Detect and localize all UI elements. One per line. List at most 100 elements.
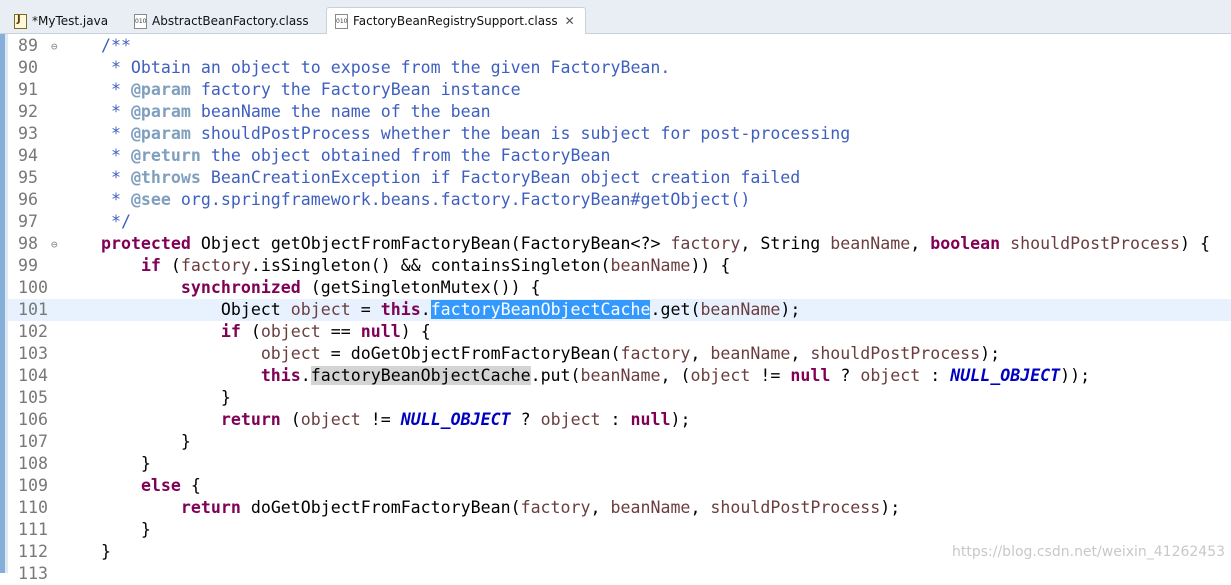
code-token: org.springframework.beans.factory.Factor… bbox=[170, 190, 751, 209]
code-token: this bbox=[380, 300, 421, 319]
line-number: 104 bbox=[18, 366, 48, 385]
code-line[interactable]: 96 * @see org.springframework.beans.fact… bbox=[8, 189, 1231, 211]
code-text: * Obtain an object to expose from the gi… bbox=[61, 57, 670, 79]
code-line[interactable]: 101 Object object = this.factoryBeanObje… bbox=[8, 299, 1231, 321]
line-number: 94 bbox=[18, 146, 38, 165]
code-line[interactable]: 91 * @param factory the FactoryBean inst… bbox=[8, 79, 1231, 101]
code-token: object bbox=[260, 344, 321, 363]
code-token: , bbox=[590, 498, 611, 517]
line-number: 95 bbox=[18, 168, 38, 187]
class-file-icon bbox=[134, 13, 147, 29]
code-text: * @see org.springframework.beans.factory… bbox=[61, 189, 750, 211]
fold-collapse-icon[interactable]: ⊖ bbox=[51, 234, 58, 256]
code-text: Object object = this.factoryBeanObjectCa… bbox=[61, 299, 800, 321]
code-line[interactable]: 109 else { bbox=[8, 475, 1231, 497]
code-token: .put( bbox=[530, 366, 581, 385]
code-line[interactable]: 104 this.factoryBeanObjectCache.put(bean… bbox=[8, 365, 1231, 387]
code-token: ? bbox=[510, 410, 541, 429]
tab-factorybeanregistrysupport-class[interactable]: FactoryBeanRegistrySupport.class ✕ bbox=[326, 7, 586, 34]
code-token: . bbox=[300, 366, 311, 385]
code-token: object bbox=[300, 410, 361, 429]
code-line[interactable]: 89 ⊖ /** bbox=[8, 35, 1231, 57]
line-number: 108 bbox=[18, 454, 48, 473]
code-token: } bbox=[61, 542, 111, 561]
code-text: this.factoryBeanObjectCache.put(beanName… bbox=[61, 365, 1090, 387]
code-token: beanName bbox=[580, 366, 661, 385]
code-token: @param bbox=[130, 124, 191, 143]
code-text: * @throws BeanCreationException if Facto… bbox=[61, 167, 800, 189]
code-token: object bbox=[260, 322, 321, 341]
code-token: protected bbox=[100, 234, 191, 253]
code-token: @return bbox=[130, 146, 201, 165]
code-line[interactable]: 103 object = doGetObjectFromFactoryBean(… bbox=[8, 343, 1231, 365]
code-line[interactable]: 113 bbox=[8, 563, 1231, 585]
code-line[interactable]: 102 if (object == null) { bbox=[8, 321, 1231, 343]
code-token: /** bbox=[100, 36, 131, 55]
code-token: beanName bbox=[710, 344, 791, 363]
code-line[interactable]: 106 return (object != NULL_OBJECT ? obje… bbox=[8, 409, 1231, 431]
code-token: @param bbox=[130, 102, 191, 121]
code-token: ( bbox=[240, 322, 261, 341]
line-number: 93 bbox=[18, 124, 38, 143]
tab-mytest-java[interactable]: *MyTest.java bbox=[6, 8, 118, 34]
code-token: shouldPostProcess bbox=[710, 498, 881, 517]
code-line[interactable]: 111 } bbox=[8, 519, 1231, 541]
code-line[interactable]: 90 * Obtain an object to expose from the… bbox=[8, 57, 1231, 79]
code-token: doGetObjectFromFactoryBean( bbox=[240, 498, 521, 517]
code-token: the object obtained from the FactoryBean bbox=[200, 146, 611, 165]
tab-abstractbeanfactory-class[interactable]: AbstractBeanFactory.class bbox=[126, 8, 319, 34]
code-token: , bbox=[690, 498, 711, 517]
code-line[interactable]: 94 * @return the object obtained from th… bbox=[8, 145, 1231, 167]
code-line[interactable]: 108 } bbox=[8, 453, 1231, 475]
code-text: } bbox=[61, 541, 111, 563]
line-number: 101 bbox=[18, 300, 48, 319]
code-text: } bbox=[61, 519, 151, 541]
code-token: * bbox=[61, 146, 131, 165]
code-token: .get( bbox=[650, 300, 701, 319]
code-line[interactable]: 95 * @throws BeanCreationException if Fa… bbox=[8, 167, 1231, 189]
code-line[interactable]: 99 if (factory.isSingleton() && contains… bbox=[8, 255, 1231, 277]
line-number: 97 bbox=[18, 212, 38, 231]
code-token: boolean bbox=[930, 234, 1001, 253]
code-token: , bbox=[910, 234, 931, 253]
code-token: object bbox=[540, 410, 601, 429]
code-token: != bbox=[360, 410, 401, 429]
close-icon[interactable]: ✕ bbox=[565, 14, 575, 28]
class-file-icon bbox=[335, 13, 348, 29]
line-number: 102 bbox=[18, 322, 48, 341]
code-line[interactable]: 98 ⊖ protected Object getObjectFromFactor… bbox=[8, 233, 1231, 255]
line-number: 107 bbox=[18, 432, 48, 451]
line-number: 91 bbox=[18, 80, 38, 99]
code-line[interactable]: 110 return doGetObjectFromFactoryBean(fa… bbox=[8, 497, 1231, 519]
code-line[interactable]: 92 * @param beanName the name of the bea… bbox=[8, 101, 1231, 123]
code-text: } bbox=[61, 453, 151, 475]
code-line[interactable]: 105 } bbox=[8, 387, 1231, 409]
code-token: * bbox=[61, 80, 131, 99]
code-token: null bbox=[360, 322, 401, 341]
code-line[interactable]: 93 * @param shouldPostProcess whether th… bbox=[8, 123, 1231, 145]
code-line[interactable]: 100 synchronized (getSingletonMutex()) { bbox=[8, 277, 1231, 299]
line-number: 103 bbox=[18, 344, 48, 363]
watermark-url: https://blog.csdn.net/weixin_41262453 bbox=[952, 544, 1226, 560]
code-token: factory bbox=[520, 498, 591, 517]
code-text: /** bbox=[61, 35, 131, 57]
code-token: this bbox=[260, 366, 301, 385]
line-number: 92 bbox=[18, 102, 38, 121]
fold-collapse-icon[interactable]: ⊖ bbox=[51, 36, 58, 58]
code-line[interactable]: 107 } bbox=[8, 431, 1231, 453]
code-token: * bbox=[61, 190, 131, 209]
code-token: * bbox=[61, 102, 131, 121]
code-token: beanName bbox=[830, 234, 911, 253]
code-token: ) { bbox=[400, 322, 431, 341]
code-token: )) { bbox=[690, 256, 731, 275]
code-text: * @param factory the FactoryBean instanc… bbox=[61, 79, 521, 101]
line-number: 105 bbox=[18, 388, 48, 407]
code-line[interactable]: 97 */ bbox=[8, 211, 1231, 233]
code-token: ); bbox=[880, 498, 901, 517]
code-editor[interactable]: 89 ⊖ /** 90 * Obtain an object to expose f… bbox=[8, 34, 1231, 583]
line-number: 106 bbox=[18, 410, 48, 429]
